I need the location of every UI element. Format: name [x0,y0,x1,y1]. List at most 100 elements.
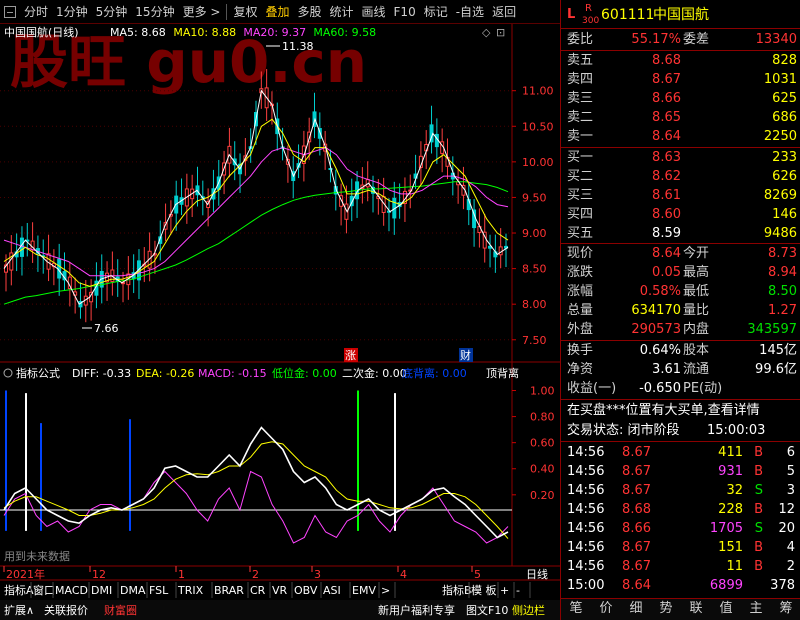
indicator-legend-item: DEA: -0.26 [136,367,194,380]
quote-nav-item[interactable]: 筹 [779,599,792,619]
quote-nav-item[interactable]: 联 [689,599,702,619]
period-tab-5min[interactable]: 5分钟 [92,0,132,24]
fold-icon[interactable]: ⊡ [496,26,505,39]
indicator-menu-icon[interactable] [3,368,13,378]
ma60-line [3,181,509,305]
indicator-tab[interactable]: MACD [55,584,88,597]
ma-legend-item: MA10: 8.88 [173,26,236,39]
indicator-tab[interactable]: > [381,584,390,597]
period-tab-15min[interactable]: 15分钟 [131,0,178,24]
indicator-tab[interactable]: BRAR [214,584,244,597]
statistics-button[interactable]: 统计 [326,0,358,24]
indicator-tab[interactable]: TRIX [177,584,204,597]
price-tick-label: 11.00 [522,85,554,98]
buy-order-row: 买五 8.59 9486 [567,226,797,241]
indicator-tab[interactable]: ASI [323,584,341,597]
indicator-tab[interactable]: FSL [149,584,169,597]
tick-row: 14:56 8.67 411 B 6 [567,445,795,460]
period-tab-1min[interactable]: 1分钟 [52,0,92,24]
overlay-button[interactable]: 叠加 [261,0,293,24]
time-label: 4 [400,568,407,581]
buy-order-row: 买四 8.60 146 [567,207,797,222]
chart-title: 中国国航(日线) [4,25,79,39]
multi-stock-button[interactable]: 多股 [293,0,325,24]
macd-lines [3,426,509,544]
indicator-tab[interactable]: 指标B [442,583,472,597]
quote-panel: L R 300 601111 中国国航 委比 55.17% 委差 13340 卖… [560,0,800,620]
tick-row: 14:56 8.68 228 B 12 [567,502,795,517]
footer-link[interactable]: 扩展∧ [4,603,34,617]
indicator-legend: 指标公式 DIFF: -0.33 DEA: -0.26 MACD: -0.15 低位金:… [3,366,519,380]
quote-nav-item[interactable]: 势 [659,599,672,619]
fuquan-button[interactable]: 复权 [229,0,261,24]
tick-row: 14:56 8.67 151 B 4 [567,540,795,555]
quote-nav-item[interactable]: 值 [719,599,732,619]
indicator-legend-item: 二次金: 0.00 [342,366,407,380]
indicator-tick-label: 0.80 [530,411,555,424]
macd-line [3,470,509,544]
sell-order-row: 卖一 8.64 2250 [567,129,797,144]
f10-button[interactable]: F10 [390,0,420,24]
remove-watchlist-button[interactable]: -自选 [452,0,488,24]
indicator-tick-label: 0.40 [530,463,555,476]
price-axis: 11.00 10.50 10.00 9.50 9.00 8.50 8.00 7.50 [512,85,554,347]
indicator-legend-item: 底背离: 0.00 [402,366,467,380]
cai-badge[interactable]: 财 [460,348,471,362]
quote-nav-item[interactable]: 细 [629,599,642,619]
indicator-tab[interactable]: EMV [352,584,376,597]
indicator-legend-item: DIFF: -0.33 [72,367,131,380]
period-tab-fenshi[interactable]: 分时 [20,0,52,24]
buy-order-row: 买二 8.62 626 [567,169,797,184]
price-tick-label: 10.50 [522,120,554,133]
back-button[interactable]: 返回 [488,0,520,24]
low-label: 7.66 [94,322,119,335]
notice-row[interactable]: 在买盘***位置有大买单,查看详情 [561,401,800,420]
quote-row: 涨幅 0.58% 最低 8.50 [567,284,797,299]
quote-nav-item[interactable]: 价 [599,599,612,619]
indicator-tab[interactable]: DMA [120,584,146,597]
mark-button[interactable]: 标记 [420,0,452,24]
ma20-line [3,147,509,277]
price-tick-label: 7.50 [522,334,547,347]
diff-line [3,426,509,539]
indicator-tab[interactable]: CR [250,584,266,597]
period-tab-more[interactable]: 更多 > [179,0,225,24]
candle-body [498,246,503,256]
buy-order-row: 买三 8.61 8269 [567,188,797,203]
quote-nav-item[interactable]: 笔 [569,599,582,619]
quote-row: 涨跌 0.05 最高 8.94 [567,265,797,280]
quote-nav-item[interactable]: 主 [749,599,762,619]
footer-link[interactable]: 侧边栏 [512,603,545,617]
indicator-tab[interactable]: 窗口 [33,583,55,597]
footer-link[interactable]: 新用户福利专享 [378,603,455,617]
price-tick-label: 8.50 [522,263,547,276]
footer-link[interactable]: 图文F10 [466,603,508,617]
diamond-icon[interactable]: ◇ [482,26,491,39]
indicator-tab[interactable]: + [500,584,509,597]
indicator-tab[interactable]: 模 板 [471,583,497,597]
stock-name: 中国国航 [653,7,709,23]
time-label: 5 [474,568,481,581]
indicator-legend-item: 顶背离 [486,366,519,380]
draw-line-button[interactable]: 画线 [358,0,390,24]
indicator-tab[interactable]: OBV [294,584,318,597]
ma-legend-item: MA5: 8.68 [110,26,166,39]
tick-row: 15:00 8.64 6899 378 [567,578,795,593]
time-axis: 2021年 12 1 2 3 4 5 [3,566,481,581]
price-tick-label: 8.00 [522,298,547,311]
indicator-tick-label: 0.20 [530,489,555,502]
indicator-tab[interactable]: - [516,584,520,597]
indicator-tick-label: 0.60 [530,437,555,450]
zhang-badge[interactable]: 涨 [345,349,356,362]
candle-body [19,237,24,257]
indicator-tab[interactable]: 指标A [4,583,34,597]
collapse-icon[interactable] [4,5,16,18]
time-label: 12 [92,568,106,581]
indicator-tab[interactable]: DMI [91,584,112,597]
footer-link[interactable]: 财富圈 [104,603,137,617]
kline-chart[interactable]: 股旺 gu0.cn 11.0010.5010.009.509.008.508.0… [0,24,560,620]
footer-left: 扩展∧ 关联报价 财富圈 [4,603,137,617]
footer-link[interactable]: 关联报价 [44,603,88,617]
sell-order-row: 卖四 8.67 1031 [567,72,797,87]
indicator-tab[interactable]: VR [272,584,288,597]
